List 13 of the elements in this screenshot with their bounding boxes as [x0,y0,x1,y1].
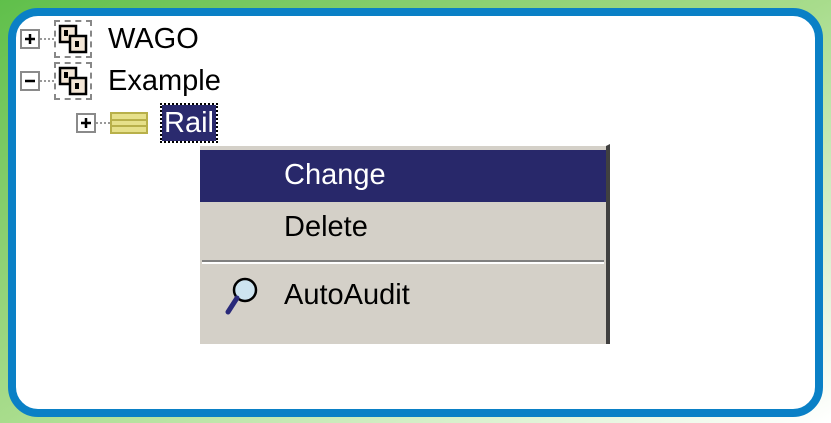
device-group-icon [58,24,88,54]
menu-item[interactable]: AutoAudit [200,270,606,322]
menu-item[interactable]: Change [200,150,606,202]
tree-item[interactable]: Rail [162,105,216,141]
tree-item[interactable]: WAGO [106,21,201,57]
tree-item[interactable]: Example [106,63,223,99]
menu-item[interactable]: Delete [200,202,606,254]
magnifier-icon [225,276,259,316]
device-group-icon [58,66,88,96]
collapse-icon[interactable] [20,71,40,91]
rail-icon [110,112,148,134]
expand-icon[interactable] [20,29,40,49]
expand-icon[interactable] [76,113,96,133]
